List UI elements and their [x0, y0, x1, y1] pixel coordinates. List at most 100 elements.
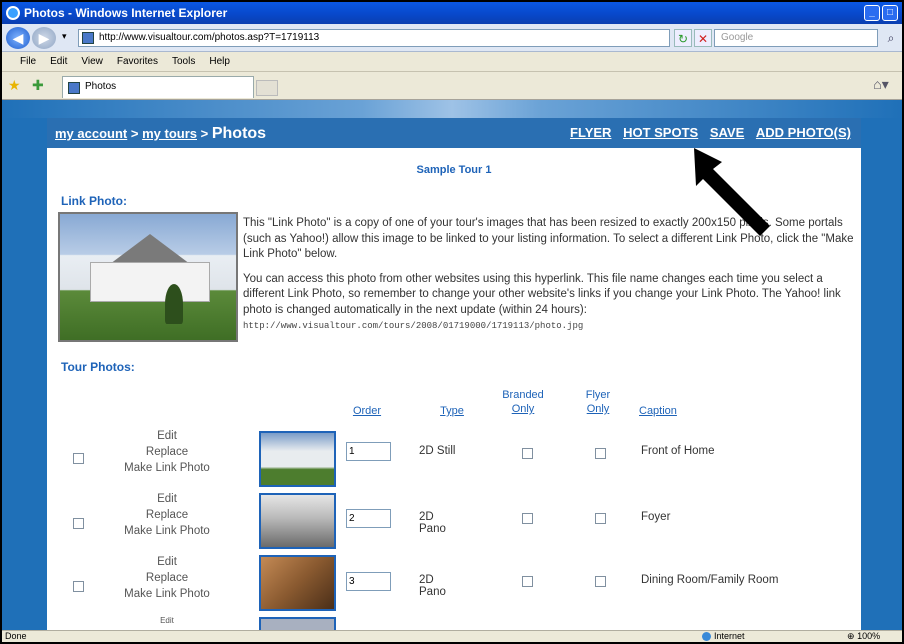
address-text: http://www.visualtour.com/photos.asp?T=1…	[99, 32, 320, 43]
row-actions: Edit Replace Make Link Photo	[117, 554, 217, 602]
tour-photos-header: Tour Photos:	[61, 360, 135, 374]
page-header: my account > my tours > Photos FLYER HOT…	[47, 118, 861, 148]
flyer-only-checkbox[interactable]	[595, 513, 606, 524]
refresh-icon[interactable]: ↻	[674, 29, 692, 47]
page-title: Photos	[211, 125, 267, 142]
menu-help[interactable]: Help	[209, 56, 230, 67]
make-link-photo-link[interactable]: Make Link Photo	[117, 523, 217, 539]
menu-bar: File Edit View Favorites Tools Help	[2, 52, 902, 72]
menu-edit[interactable]: Edit	[50, 56, 67, 67]
edit-link[interactable]: Edit	[117, 491, 217, 507]
tab-photos[interactable]: Photos	[62, 76, 254, 98]
photo-type: 2D Still	[419, 445, 456, 457]
status-bar: Done Internet ⊕ 100%	[2, 630, 902, 642]
menu-favorites[interactable]: Favorites	[117, 56, 158, 67]
replace-link[interactable]: Replace	[117, 507, 217, 523]
photo-caption: Foyer	[641, 511, 671, 523]
photo-type: 2D Pano	[419, 511, 446, 535]
photo-thumbnail[interactable]	[259, 617, 336, 630]
page-viewport: my account > my tours > Photos FLYER HOT…	[2, 100, 902, 630]
make-link-photo-link[interactable]: Make Link Photo	[117, 586, 217, 602]
branded-only-column-header[interactable]: Branded Only	[493, 388, 553, 416]
make-link-photo-link[interactable]: Make Link Photo	[117, 460, 217, 476]
page-icon	[82, 32, 94, 44]
select-checkbox[interactable]	[73, 518, 84, 529]
photo-row: Edit	[47, 616, 861, 630]
link-photo-header: Link Photo:	[61, 194, 127, 208]
breadcrumb-my-tours[interactable]: my tours	[142, 126, 197, 141]
caption-column-header[interactable]: Caption	[639, 404, 689, 418]
link-photo-url: http://www.visualtour.com/tours/2008/017…	[243, 321, 584, 331]
globe-icon	[702, 632, 711, 642]
flyer-only-column-header[interactable]: Flyer Only	[573, 388, 623, 416]
order-input[interactable]: 2	[346, 509, 391, 528]
security-zone: Internet	[702, 631, 745, 642]
photo-thumbnail[interactable]	[259, 431, 336, 487]
order-input[interactable]: 1	[346, 442, 391, 461]
tour-title: Sample Tour 1	[416, 164, 492, 176]
tab-label: Photos	[85, 81, 117, 92]
stop-icon[interactable]: ✕	[694, 29, 712, 47]
branded-only-checkbox[interactable]	[522, 448, 533, 459]
link-photo-image	[58, 212, 238, 342]
menu-tools[interactable]: Tools	[172, 56, 195, 67]
new-tab-button[interactable]	[256, 80, 278, 96]
menu-view[interactable]: View	[81, 56, 103, 67]
magnifier-icon: ⊕	[847, 631, 855, 641]
flyer-link[interactable]: FLYER	[570, 125, 611, 140]
order-column-header[interactable]: Order	[337, 404, 397, 418]
search-input[interactable]: Google	[714, 29, 878, 47]
photo-caption: Front of Home	[641, 445, 715, 457]
photo-type: 2D Pano	[419, 574, 446, 598]
photo-thumbnail[interactable]	[259, 493, 336, 549]
flyer-only-checkbox[interactable]	[595, 448, 606, 459]
search-icon[interactable]: ⌕	[882, 29, 900, 47]
navigation-bar: ◀ ▶ ▾ http://www.visualtour.com/photos.a…	[2, 24, 902, 52]
browser-window: Photos - Windows Internet Explorer _ □ ◀…	[2, 2, 902, 642]
edit-link[interactable]: Edit	[117, 428, 217, 444]
ie-logo-icon	[6, 6, 20, 20]
photo-thumbnail[interactable]	[259, 555, 336, 611]
order-input[interactable]: 3	[346, 572, 391, 591]
zoom-level[interactable]: ⊕ 100%	[847, 631, 880, 642]
add-photos-link[interactable]: ADD PHOTO(S)	[756, 125, 851, 140]
top-links: FLYER HOT SPOTS SAVE ADD PHOTO(S)	[562, 125, 851, 140]
link-photo-description: This "Link Photo" is a copy of one of yo…	[243, 216, 855, 344]
title-bar: Photos - Windows Internet Explorer _ □	[2, 2, 902, 24]
page-banner	[2, 100, 902, 118]
minimize-button[interactable]: _	[864, 5, 880, 21]
breadcrumb-my-account[interactable]: my account	[55, 126, 127, 141]
maximize-button[interactable]: □	[882, 5, 898, 21]
row-actions: Edit Replace Make Link Photo	[117, 428, 217, 476]
hot-spots-link[interactable]: HOT SPOTS	[623, 125, 698, 140]
status-text: Done	[5, 631, 27, 641]
select-checkbox[interactable]	[73, 581, 84, 592]
flyer-only-checkbox[interactable]	[595, 576, 606, 587]
replace-link[interactable]: Replace	[117, 570, 217, 586]
type-column-header[interactable]: Type	[427, 404, 477, 418]
page-icon	[68, 82, 80, 94]
breadcrumb-separator: >	[130, 126, 139, 141]
branded-only-checkbox[interactable]	[522, 513, 533, 524]
tab-row: ★ ✚ Photos ⌂▾	[2, 72, 902, 100]
breadcrumb-separator: >	[200, 126, 209, 141]
photo-row: Edit Replace Make Link Photo 1 2D Still …	[47, 428, 861, 490]
replace-link[interactable]: Replace	[117, 444, 217, 460]
add-favorites-icon[interactable]: ✚	[32, 77, 44, 94]
branded-only-checkbox[interactable]	[522, 576, 533, 587]
edit-link[interactable]: Edit	[117, 554, 217, 570]
favorites-star-icon[interactable]: ★	[8, 77, 21, 94]
window-title: Photos - Windows Internet Explorer	[24, 6, 228, 20]
back-button[interactable]: ◀	[6, 27, 30, 49]
save-link[interactable]: SAVE	[710, 125, 744, 140]
home-icon[interactable]: ⌂▾	[866, 76, 896, 96]
select-checkbox[interactable]	[73, 453, 84, 464]
link-photo-text: This "Link Photo" is a copy of one of yo…	[243, 217, 854, 260]
edit-link[interactable]: Edit	[117, 616, 217, 626]
photo-caption: Dining Room/Family Room	[641, 574, 779, 586]
menu-file[interactable]: File	[20, 56, 36, 67]
history-dropdown-icon[interactable]: ▾	[62, 31, 67, 42]
forward-button[interactable]: ▶	[32, 27, 56, 49]
address-bar[interactable]: http://www.visualtour.com/photos.asp?T=1…	[78, 29, 670, 47]
link-photo-text: You can access this photo from other web…	[243, 272, 841, 316]
